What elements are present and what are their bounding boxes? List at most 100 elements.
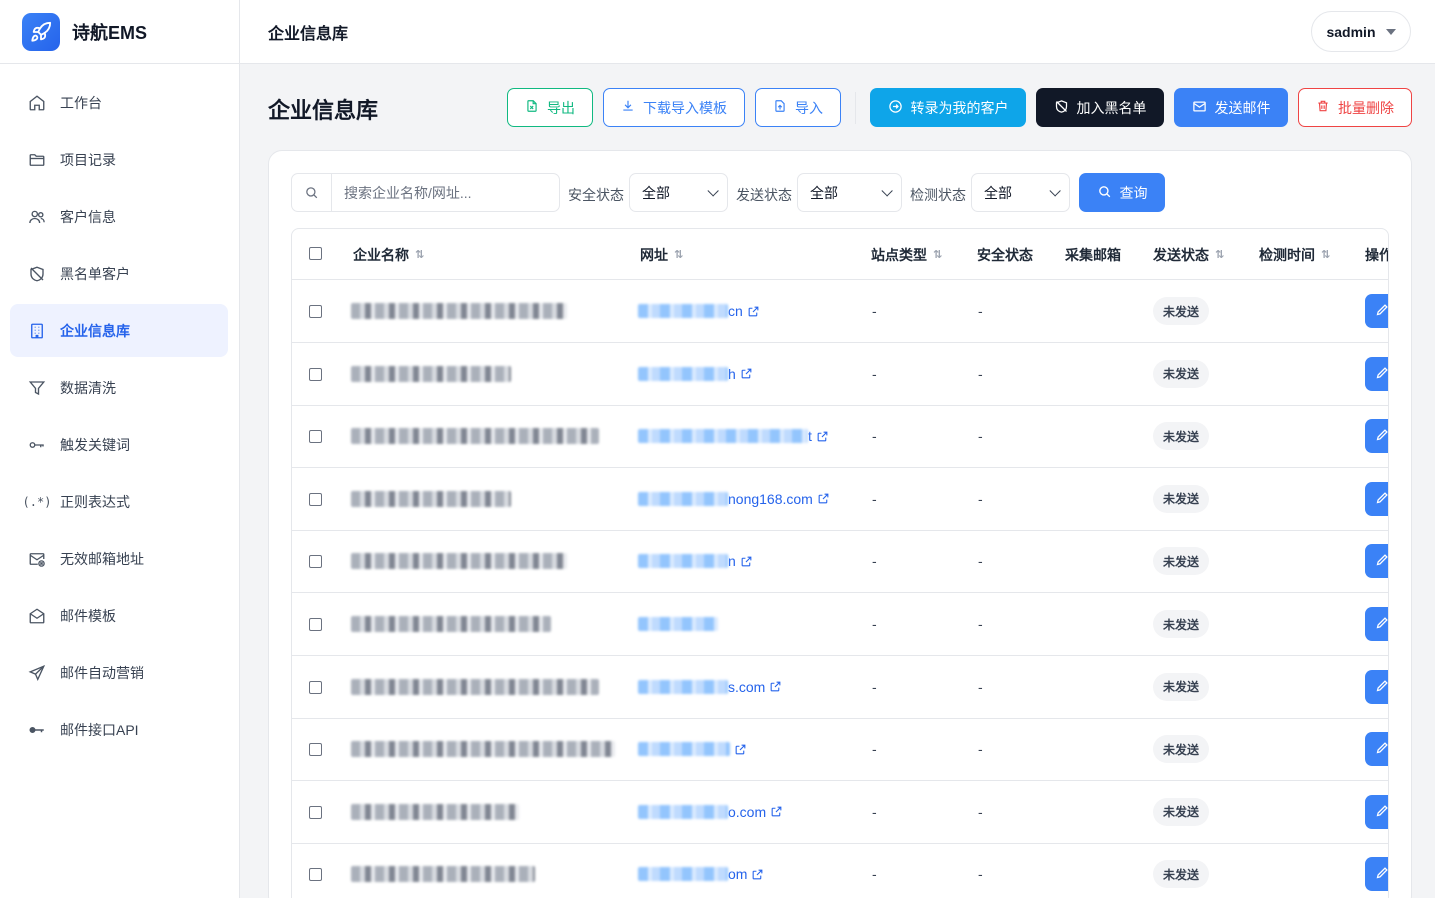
row-checkbox[interactable] (309, 555, 322, 569)
company-table: 企业名称 ⇅ 网址 ⇅ 站点类型 ⇅ 安全状态 采集邮箱 发送状态 ⇅ 检测时间 ⇅ 操作… (291, 228, 1389, 898)
url-cell[interactable]: t (638, 405, 829, 467)
table-row[interactable]: s.com - - 未发送 (292, 656, 1388, 719)
sidebar-item-blacklist[interactable]: 黑名单客户 (10, 247, 228, 300)
detect-status-select[interactable]: 全部 (971, 173, 1070, 212)
edit-button[interactable] (1365, 544, 1388, 579)
select-all-checkbox[interactable] (309, 247, 322, 260)
sidebar-item-data-cleaning[interactable]: 数据清洗 (10, 361, 228, 414)
column-header-site-type[interactable]: 站点类型 ⇅ (871, 229, 942, 280)
url-suffix[interactable]: o.com (728, 804, 766, 820)
edit-button[interactable] (1365, 794, 1388, 829)
convert-to-customer-button[interactable]: 转录为我的客户 (870, 88, 1026, 127)
url-suffix[interactable]: s.com (728, 679, 765, 695)
row-checkbox[interactable] (309, 367, 322, 381)
pencil-icon (1375, 803, 1388, 821)
send-mail-button[interactable]: 发送邮件 (1174, 88, 1288, 127)
table-row[interactable]: om - - 未发送 (292, 843, 1388, 898)
table-row[interactable]: nong168.com - - 未发送 (292, 468, 1388, 531)
url-cell[interactable]: nong168.com (638, 468, 830, 530)
batch-delete-button[interactable]: 批量删除 (1298, 88, 1412, 127)
edit-button[interactable] (1365, 356, 1388, 391)
url-cell[interactable]: h (638, 343, 753, 405)
security-status-select[interactable]: 全部 (629, 173, 728, 212)
url-cell[interactable]: o.com (638, 781, 783, 843)
row-checkbox[interactable] (309, 305, 322, 318)
external-link-icon[interactable] (747, 305, 760, 318)
table-row[interactable]: h - - 未发送 (292, 343, 1388, 406)
external-link-icon[interactable] (817, 492, 830, 505)
user-menu-button[interactable]: sadmin (1311, 11, 1411, 52)
url-suffix[interactable]: cn (728, 303, 743, 319)
column-header-url[interactable]: 网址 ⇅ (640, 229, 683, 280)
column-header-detect-time[interactable]: 检测时间 ⇅ (1259, 229, 1330, 280)
sidebar-item-mail-api[interactable]: 邮件接口API (10, 703, 228, 756)
sidebar-item-company-library[interactable]: 企业信息库 (10, 304, 228, 357)
row-checkbox[interactable] (309, 868, 322, 882)
column-header-name[interactable]: 企业名称 ⇅ (353, 229, 424, 280)
url-suffix[interactable]: nong168.com (728, 491, 813, 507)
sidebar-item-invalid-emails[interactable]: 无效邮箱地址 (10, 532, 228, 585)
status-badge: 未发送 (1153, 610, 1210, 638)
row-checkbox[interactable] (309, 492, 322, 506)
url-cell[interactable]: cn (638, 280, 760, 342)
row-checkbox[interactable] (309, 743, 322, 757)
url-suffix[interactable]: t (808, 428, 812, 444)
table-row[interactable]: cn - - 未发送 (292, 280, 1388, 343)
external-link-icon[interactable] (740, 555, 753, 568)
sort-icon: ⇅ (415, 249, 425, 261)
url-suffix[interactable]: n (728, 553, 736, 569)
table-row[interactable]: o.com - - 未发送 (292, 781, 1388, 844)
sort-icon: ⇅ (1215, 249, 1225, 261)
sidebar-item-workbench[interactable]: 工作台 (10, 76, 228, 129)
url-cell[interactable] (638, 718, 747, 780)
url-cell[interactable]: n (638, 530, 753, 592)
export-button[interactable]: 导出 (507, 88, 593, 127)
security-status-cell: - (978, 741, 983, 758)
row-checkbox[interactable] (309, 680, 322, 694)
table-row[interactable]: n - - 未发送 (292, 530, 1388, 594)
send-status-select[interactable]: 全部 (797, 173, 902, 212)
company-name-cell (351, 405, 599, 467)
external-link-icon[interactable] (740, 367, 753, 380)
row-checkbox[interactable] (309, 805, 322, 819)
external-link-icon[interactable] (816, 430, 829, 443)
url-cell[interactable] (638, 593, 718, 655)
edit-button[interactable] (1365, 669, 1388, 704)
sidebar-item-keywords[interactable]: 触发关键词 (10, 418, 228, 471)
external-link-icon[interactable] (751, 868, 764, 881)
send-status-cell: 未发送 (1153, 280, 1210, 342)
sidebar-item-auto-marketing[interactable]: 邮件自动营销 (10, 646, 228, 699)
url-suffix[interactable]: om (728, 866, 747, 882)
external-link-icon[interactable] (734, 743, 747, 756)
query-button[interactable]: 查询 (1079, 173, 1165, 212)
edit-button[interactable] (1365, 857, 1388, 892)
add-blacklist-button[interactable]: 加入黑名单 (1036, 88, 1164, 127)
download-template-button[interactable]: 下载导入模板 (603, 88, 745, 127)
table-row[interactable]: - - 未发送 (292, 718, 1388, 782)
edit-button[interactable] (1365, 481, 1388, 516)
status-badge: 未发送 (1153, 860, 1210, 889)
edit-button[interactable] (1365, 732, 1388, 767)
sidebar-item-projects[interactable]: 项目记录 (10, 133, 228, 186)
edit-button[interactable] (1365, 419, 1388, 454)
sidebar-nav: 工作台 项目记录 客户信息 黑名单客户 企业信息库 数据清洗 触发关键词 (.*… (0, 64, 239, 756)
column-header-send-status[interactable]: 发送状态 ⇅ (1153, 229, 1224, 280)
edit-button[interactable] (1365, 607, 1388, 641)
edit-button[interactable] (1365, 294, 1388, 328)
sidebar-item-customers[interactable]: 客户信息 (10, 190, 228, 243)
external-link-icon[interactable] (770, 805, 783, 818)
row-checkbox[interactable] (309, 618, 322, 631)
table-row[interactable]: - - 未发送 (292, 593, 1388, 656)
external-link-icon[interactable] (769, 680, 782, 693)
table-row[interactable]: t - - 未发送 (292, 405, 1388, 469)
search-input[interactable] (332, 174, 559, 211)
row-checkbox[interactable] (309, 430, 322, 444)
redacted-company-name (351, 866, 535, 883)
brand[interactable]: 诗航EMS (0, 0, 239, 64)
url-cell[interactable]: om (638, 843, 764, 898)
import-button[interactable]: 导入 (755, 88, 841, 127)
sidebar-item-mail-templates[interactable]: 邮件模板 (10, 589, 228, 642)
sidebar-item-regex[interactable]: (.*) 正则表达式 (10, 475, 228, 528)
url-suffix[interactable]: h (728, 366, 736, 382)
url-cell[interactable]: s.com (638, 656, 782, 718)
